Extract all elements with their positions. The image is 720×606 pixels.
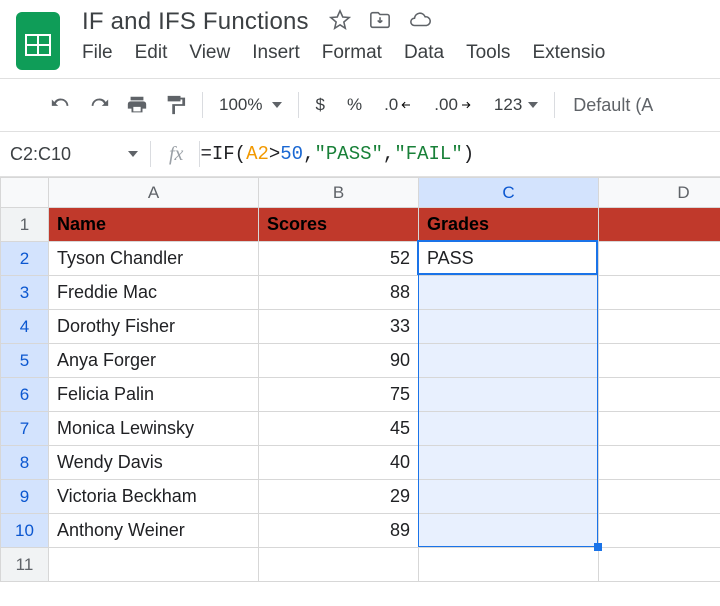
row-header[interactable]: 8 (1, 446, 49, 480)
cell[interactable] (599, 514, 720, 548)
col-header-b[interactable]: B (259, 178, 419, 208)
menu-data[interactable]: Data (404, 42, 444, 64)
row-header[interactable]: 10 (1, 514, 49, 548)
cell[interactable]: Tyson Chandler (49, 242, 259, 276)
cell[interactable] (419, 344, 599, 378)
menu-view[interactable]: View (189, 42, 230, 64)
cell[interactable]: Victoria Beckham (49, 480, 259, 514)
cell[interactable]: 40 (259, 446, 419, 480)
menu-tools[interactable]: Tools (466, 42, 510, 64)
font-select[interactable]: Default (A (563, 95, 653, 116)
cell[interactable]: 90 (259, 344, 419, 378)
cell[interactable]: 29 (259, 480, 419, 514)
chevron-down-icon (528, 102, 538, 108)
decrease-decimals-button[interactable]: .0 (380, 95, 416, 115)
menu-extensions[interactable]: Extensio (532, 42, 605, 64)
cell[interactable]: 52 (259, 242, 419, 276)
name-box[interactable]: C2:C10 (0, 132, 150, 176)
cell[interactable]: Anya Forger (49, 344, 259, 378)
cell[interactable] (599, 276, 720, 310)
select-all-corner[interactable] (1, 178, 49, 208)
format-percent-button[interactable]: % (343, 95, 366, 115)
row-header[interactable]: 4 (1, 310, 49, 344)
fx-icon: fx (151, 143, 199, 166)
cell[interactable] (599, 310, 720, 344)
cell[interactable] (599, 242, 720, 276)
star-icon[interactable] (329, 9, 351, 36)
cell[interactable] (599, 446, 720, 480)
print-button[interactable] (118, 87, 156, 123)
cell[interactable]: Grades (419, 208, 599, 242)
titlebar: IF and IFS Functions File Edit View Inse… (0, 0, 720, 78)
menu-file[interactable]: File (82, 42, 113, 64)
row-header[interactable]: 7 (1, 412, 49, 446)
formula-bar[interactable]: =IF(A2>50, "PASS", "FAIL") (200, 143, 474, 165)
cell[interactable] (419, 378, 599, 412)
increase-decimals-button[interactable]: .00 (430, 95, 476, 115)
col-header-a[interactable]: A (49, 178, 259, 208)
cell[interactable] (49, 548, 259, 582)
chevron-down-icon (128, 151, 138, 157)
toolbar: 100% $ % .0 .00 123 Default (A (0, 79, 720, 131)
cell[interactable] (419, 310, 599, 344)
cell[interactable] (419, 514, 599, 548)
row-header[interactable]: 9 (1, 480, 49, 514)
cell[interactable] (599, 548, 720, 582)
chevron-down-icon (272, 102, 282, 108)
cell[interactable]: Name (49, 208, 259, 242)
cell[interactable]: Anthony Weiner (49, 514, 259, 548)
cell[interactable] (419, 412, 599, 446)
zoom-select[interactable]: 100% (211, 95, 290, 115)
cell[interactable] (599, 208, 720, 242)
row-header[interactable]: 2 (1, 242, 49, 276)
paint-format-button[interactable] (156, 87, 194, 123)
move-icon[interactable] (369, 9, 391, 36)
row-header[interactable]: 3 (1, 276, 49, 310)
cell[interactable] (419, 276, 599, 310)
cell[interactable]: Scores (259, 208, 419, 242)
row-header[interactable]: 1 (1, 208, 49, 242)
cell[interactable]: Monica Lewinsky (49, 412, 259, 446)
sheets-icon (16, 12, 60, 70)
document-title[interactable]: IF and IFS Functions (82, 8, 309, 36)
cell[interactable] (599, 378, 720, 412)
cell[interactable] (599, 412, 720, 446)
format-currency-button[interactable]: $ (311, 95, 328, 115)
row-header[interactable]: 6 (1, 378, 49, 412)
cell[interactable] (599, 480, 720, 514)
undo-button[interactable] (42, 87, 80, 123)
menu-format[interactable]: Format (322, 42, 382, 64)
cell[interactable]: Dorothy Fisher (49, 310, 259, 344)
name-box-value: C2:C10 (10, 144, 71, 165)
cell[interactable]: Felicia Palin (49, 378, 259, 412)
cell[interactable]: 33 (259, 310, 419, 344)
formula-bar-row: C2:C10 fx =IF(A2>50, "PASS", "FAIL") (0, 131, 720, 177)
row-header[interactable]: 11 (1, 548, 49, 582)
row-header[interactable]: 5 (1, 344, 49, 378)
cell[interactable] (259, 548, 419, 582)
cell[interactable]: 89 (259, 514, 419, 548)
menu-edit[interactable]: Edit (135, 42, 168, 64)
cell[interactable]: Freddie Mac (49, 276, 259, 310)
cell[interactable] (599, 344, 720, 378)
spreadsheet-grid[interactable]: A B C D 1 Name Scores Grades 2 Tyson Cha… (0, 177, 720, 582)
cell[interactable]: Wendy Davis (49, 446, 259, 480)
redo-button[interactable] (80, 87, 118, 123)
menu-bar: File Edit View Insert Format Data Tools … (82, 42, 605, 64)
cell-active[interactable]: PASS (419, 242, 599, 276)
cell[interactable]: 45 (259, 412, 419, 446)
cell[interactable] (419, 446, 599, 480)
cell[interactable] (419, 480, 599, 514)
more-formats-button[interactable]: 123 (490, 95, 542, 115)
app-logo[interactable] (12, 8, 64, 72)
cell[interactable]: 88 (259, 276, 419, 310)
col-header-c[interactable]: C (419, 178, 599, 208)
col-header-d[interactable]: D (599, 178, 720, 208)
cloud-status-icon[interactable] (409, 9, 431, 36)
menu-insert[interactable]: Insert (252, 42, 300, 64)
cell[interactable] (419, 548, 599, 582)
cell[interactable]: 75 (259, 378, 419, 412)
